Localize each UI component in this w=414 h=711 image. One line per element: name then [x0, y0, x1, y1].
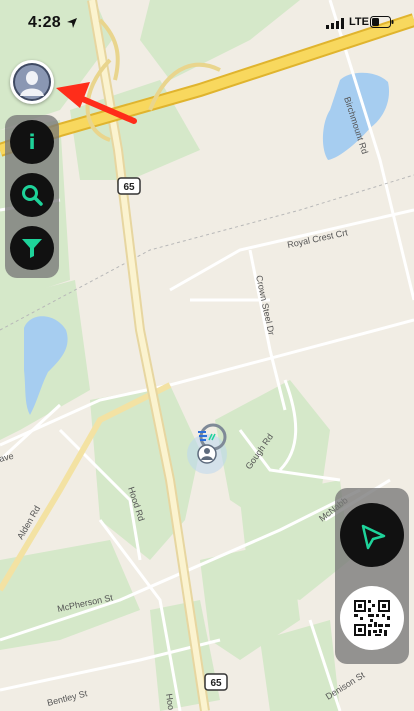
highway-shield-north: 65 — [117, 177, 141, 195]
battery-icon — [370, 16, 394, 28]
label-bentley: Bentley St — [46, 688, 89, 708]
info-icon: i — [28, 130, 36, 154]
search-icon — [22, 185, 43, 206]
filter-button[interactable] — [10, 226, 54, 270]
navigate-button[interactable] — [340, 503, 404, 567]
status-time: 4:28 — [28, 14, 61, 31]
location-arrow-icon — [67, 18, 77, 28]
filter-icon — [22, 239, 42, 258]
avatar-icon — [13, 63, 51, 101]
profile-button[interactable] — [10, 60, 54, 104]
svg-text:65: 65 — [210, 678, 222, 689]
label-crown-steel: Crown Steel Dr — [254, 274, 276, 336]
qr-code-icon — [354, 600, 390, 636]
highway-shield-south: 65 — [204, 673, 228, 691]
user-location-marker[interactable] — [186, 420, 232, 476]
network-type: LTE — [349, 16, 369, 28]
left-control-panel: i — [5, 115, 59, 278]
svg-text:65: 65 — [123, 182, 135, 193]
navigation-arrow-icon — [361, 524, 386, 550]
status-bar: 4:28 LTE — [0, 0, 414, 46]
info-button[interactable]: i — [10, 120, 54, 164]
qr-scan-button[interactable] — [340, 586, 404, 650]
search-button[interactable] — [10, 173, 54, 217]
label-ave: ave — [0, 451, 15, 464]
signal-icon — [326, 18, 344, 29]
right-control-panel — [335, 488, 409, 664]
user-location-icon — [187, 423, 227, 474]
